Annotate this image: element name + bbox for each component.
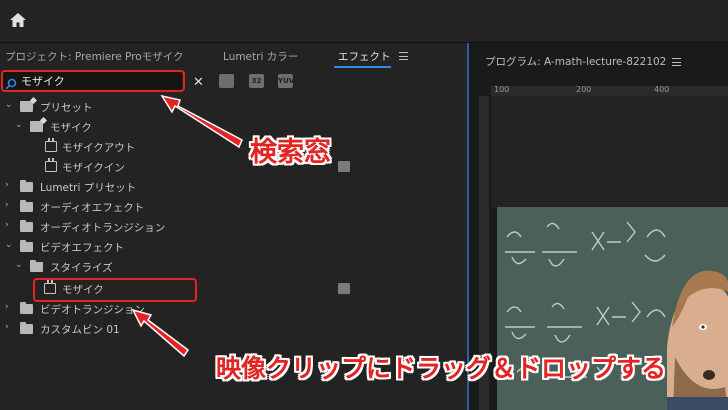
annotation-drag-drop: 映像クリップにドラッグ＆ドロップする bbox=[216, 354, 667, 383]
annotation-search-box: 検索窓 bbox=[250, 137, 331, 168]
